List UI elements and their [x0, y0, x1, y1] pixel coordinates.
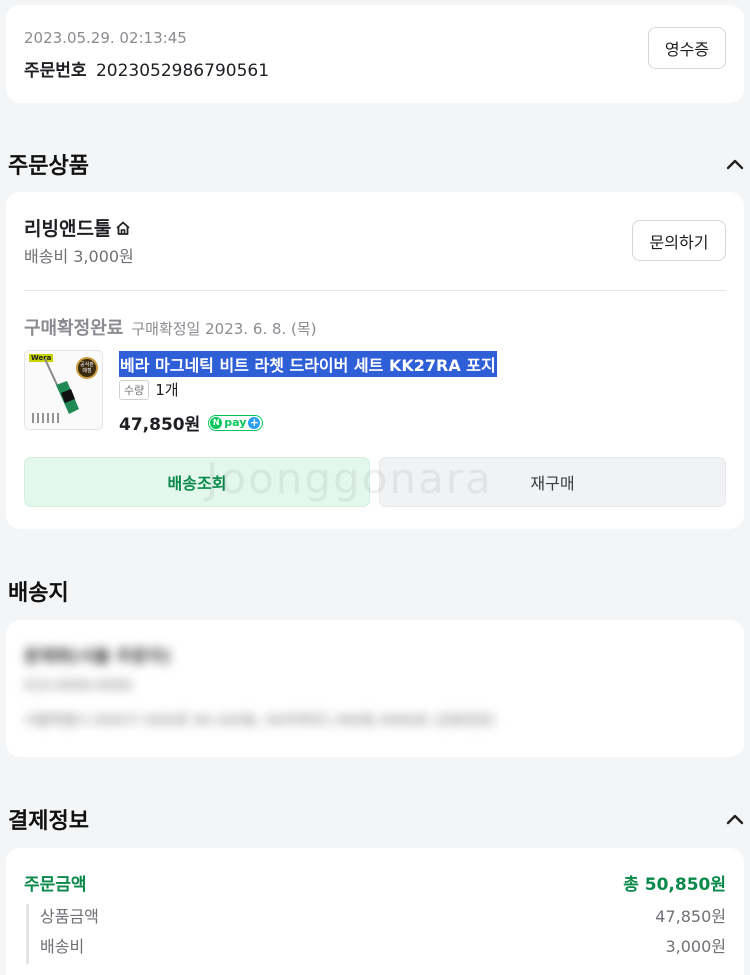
- shipping-amount: 3,000원: [665, 937, 726, 956]
- products-section-title: 주문상품: [8, 154, 89, 179]
- product-amount: 47,850원: [655, 907, 726, 926]
- product-price: 47,850원: [119, 415, 201, 435]
- order-datetime: 2023.05.29. 02:13:45: [24, 29, 187, 47]
- divider: [24, 290, 726, 291]
- shipping-amount-label: 배송비: [40, 937, 85, 956]
- receipt-button[interactable]: 영수증: [648, 27, 726, 69]
- order-header-card: 2023.05.29. 02:13:45 주문번호 20230529867905…: [6, 5, 744, 103]
- order-number: 2023052986790561: [95, 61, 270, 81]
- products-card: 리빙앤드툴 배송비 3,000원 문의하기 구매확정완료 구매확정일 2023.…: [6, 192, 744, 529]
- home-icon: [114, 219, 132, 237]
- purchase-status: 구매확정완료: [24, 318, 124, 339]
- track-delivery-button[interactable]: 배송조회: [24, 457, 370, 507]
- chevron-up-icon[interactable]: [724, 808, 746, 830]
- npay-n-icon: N: [210, 416, 223, 429]
- product-amount-label: 상품금액: [40, 907, 99, 926]
- order-amount-label: 주문금액: [24, 875, 87, 895]
- store-name-row[interactable]: 리빙앤드툴: [24, 214, 132, 241]
- reorder-button[interactable]: 재구매: [379, 457, 726, 507]
- shipping-fee: 배송비 3,000원: [24, 247, 134, 266]
- npay-plus-badge: N pay +: [208, 414, 264, 431]
- payment-section-title: 결제정보: [8, 809, 89, 834]
- quantity-badge: 수량: [119, 379, 150, 400]
- order-amount-total: 총 50,850원: [623, 875, 726, 895]
- order-number-row: 주문번호 2023052986790561: [24, 56, 269, 81]
- product-name[interactable]: 베라 마그네틱 비트 라쳇 드라이버 세트 KK27RA 포지: [119, 351, 497, 377]
- quantity-row: 수량 1개: [119, 379, 179, 400]
- address-phone: 010-0000-0000: [24, 678, 133, 694]
- plus-icon: +: [248, 415, 261, 429]
- address-detail: 서울특별시 OOO구 OOO로 00 (OO동, OO아파트) 000동 000…: [24, 713, 496, 729]
- quantity-value: 1개: [155, 381, 179, 399]
- store-name[interactable]: 리빙앤드툴: [24, 214, 111, 241]
- npay-label: pay: [224, 416, 247, 429]
- product-thumbnail[interactable]: Wera 공식판매점: [24, 350, 103, 430]
- status-row: 구매확정완료 구매확정일 2023. 6. 8. (목): [24, 314, 317, 340]
- screwdriver-image: [32, 358, 79, 423]
- chevron-up-icon[interactable]: [724, 153, 746, 175]
- confirm-date: 구매확정일 2023. 6. 8. (목): [131, 320, 317, 338]
- price-row: 47,850원 N pay +: [119, 410, 264, 435]
- address-name: 문재희(서울 주문자): [24, 647, 171, 667]
- inquiry-button[interactable]: 문의하기: [632, 220, 726, 261]
- amount-detail-bar: [26, 904, 29, 964]
- address-section-title: 배송지: [8, 581, 69, 606]
- order-number-label: 주문번호: [24, 61, 87, 81]
- payment-card: 주문금액 총 50,850원 상품금액 47,850원 배송비 3,000원: [6, 848, 744, 975]
- address-card: 문재희(서울 주문자) 010-0000-0000 서울특별시 OOO구 OOO…: [6, 620, 744, 757]
